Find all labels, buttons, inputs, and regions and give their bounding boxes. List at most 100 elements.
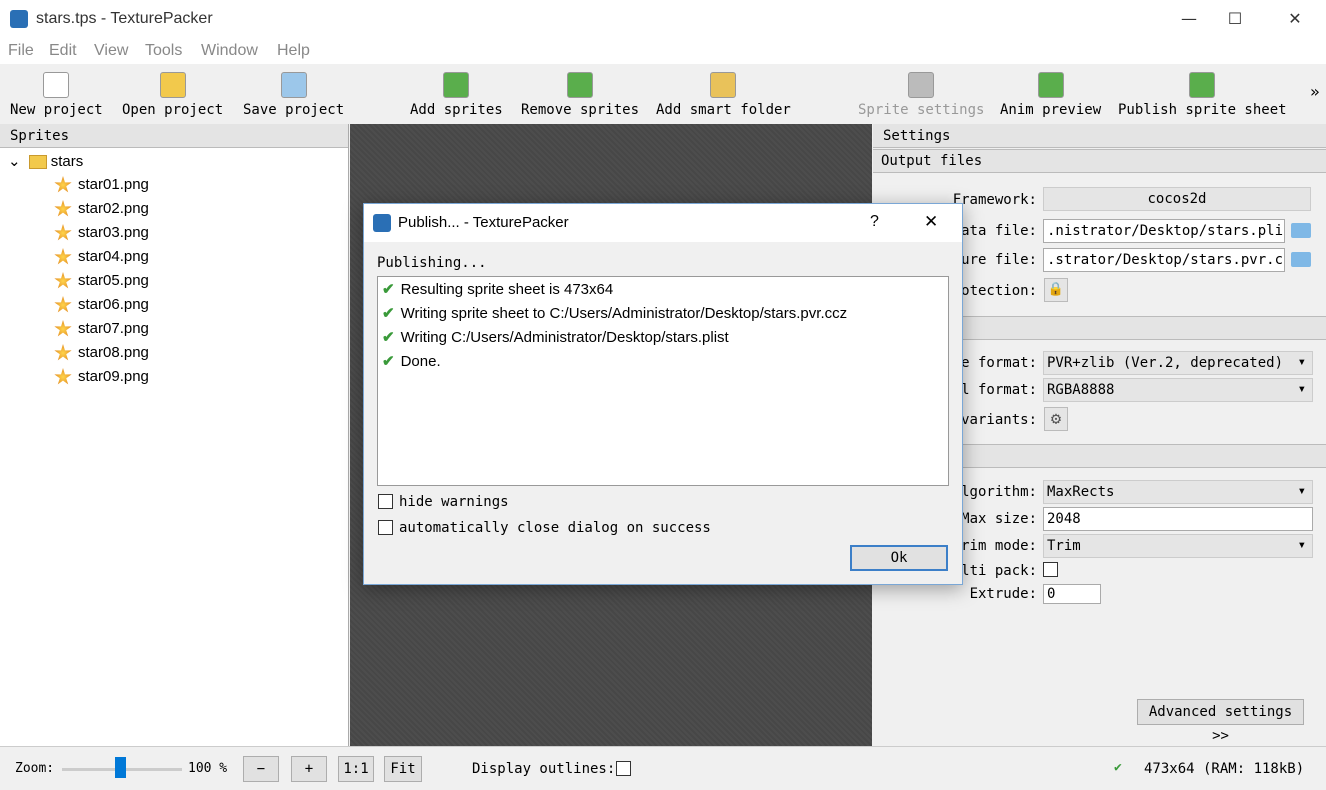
zoom-out-button[interactable]: − [243,756,279,782]
framework-value: cocos2d [1147,191,1207,207]
publish-status: Publishing... [377,255,487,271]
dialog-close-button[interactable]: ✕ [924,212,938,232]
publish-dialog: Publish... - TexturePacker ? ✕ Publishin… [363,203,963,585]
data-file-input[interactable]: .nistrator/Desktop/stars.plist [1043,219,1285,243]
hide-warnings-checkbox[interactable] [378,494,393,509]
advanced-settings-button[interactable]: Advanced settings >> [1137,699,1304,744]
minimize-button[interactable]: — [1166,4,1212,34]
zoom-fit-button[interactable]: Fit [384,756,422,782]
auto-close-label[interactable]: automatically close dialog on success [399,520,711,536]
toolbar-add-smart-folder-button[interactable]: Add smart folder [656,72,791,118]
pixel-format-select[interactable]: RGBA8888 [1043,378,1313,402]
sprite-item[interactable]: star08.png [54,344,149,362]
trim-mode-select[interactable]: Trim [1043,534,1313,558]
toolbar-label: Publish sprite sheet [1118,102,1287,118]
framework-button[interactable]: cocos2d [1043,187,1311,211]
zoom-in-button[interactable]: + [291,756,327,782]
menu-help[interactable]: Help [277,42,310,60]
toolbar-add-sprites-button[interactable]: Add sprites [410,72,503,118]
log-text: Done. [400,353,441,370]
toolbar-anim-preview-button[interactable]: Anim preview [1000,72,1101,118]
texture-format-select[interactable]: PVR+zlib (Ver.2, deprecated) [1043,351,1313,375]
check-icon: ✔ [382,305,395,322]
sprite-item[interactable]: star02.png [54,200,149,218]
extrude-spinbox[interactable]: 0 [1043,584,1101,604]
star-sprite-icon [54,176,72,193]
sprite-item[interactable]: star04.png [54,248,149,266]
zoom-slider-thumb[interactable] [115,757,126,778]
sprite-label: star01.png [78,176,149,193]
chevron-down-icon[interactable]: ⌄ [8,153,21,170]
sprites-panel: Sprites ⌄ stars star01.png star02.png star… [0,124,349,746]
star-sprite-icon [54,368,72,385]
check-icon: ✔ [382,353,395,370]
lock-icon[interactable]: 🔒 [1044,278,1068,302]
menu-view[interactable]: View [94,42,128,60]
toolbar-label: Sprite settings [858,102,985,118]
sprite-item[interactable]: star03.png [54,224,149,242]
multi-pack-checkbox[interactable] [1043,562,1058,577]
folder-icon [159,72,186,98]
ok-button[interactable]: Ok [850,545,948,571]
publish-log[interactable]: ✔ Resulting sprite sheet is 473x64 ✔ Writin… [377,276,949,486]
toolbar-new-project-button[interactable]: New project [10,72,103,118]
sprite-item[interactable]: star07.png [54,320,149,338]
auto-close-checkbox[interactable] [378,520,393,535]
folder-item[interactable]: ⌄ stars [8,152,83,170]
menu-window[interactable]: Window [201,42,258,60]
sprite-item[interactable]: star09.png [54,368,149,386]
max-size-combo[interactable]: 2048 [1043,507,1313,531]
menu-edit[interactable]: Edit [49,42,77,60]
toolbar-label: Save project [243,102,345,118]
add-sprite-icon [443,72,470,98]
toolbar-sprite-settings-button[interactable]: Sprite settings [858,72,984,118]
folder-open-icon[interactable] [1291,252,1311,267]
sprite-label: star02.png [78,200,149,217]
toolbar-open-project-button[interactable]: Open project [122,72,223,118]
star-sprite-icon [54,344,72,361]
zoom-actual-button[interactable]: 1:1 [338,756,374,782]
sprite-item[interactable]: star05.png [54,272,149,290]
log-entry: ✔ Resulting sprite sheet is 473x64 [382,280,613,298]
sprite-item[interactable]: star06.png [54,296,149,314]
algorithm-select[interactable]: MaxRects [1043,480,1313,504]
star-sprite-icon [54,272,72,289]
star-sprite-icon [54,320,72,337]
folder-open-icon[interactable] [1291,223,1311,238]
toolbar-label: New project [10,102,103,118]
menu-tools[interactable]: Tools [145,42,182,60]
log-text: Resulting sprite sheet is 473x64 [400,281,614,298]
maximize-button[interactable]: ☐ [1212,4,1258,34]
zoom-label: Zoom: [15,761,55,776]
menu-bar: File Edit View Tools Window Help [0,38,1326,64]
sheet-info: 473x64 (RAM: 118kB) [1144,761,1305,777]
star-sprite-icon [54,296,72,313]
texture-file-input[interactable]: .strator/Desktop/stars.pvr.ccz [1043,248,1285,272]
sprite-item[interactable]: star01.png [54,176,149,194]
app-icon [10,10,28,28]
menu-file[interactable]: File [8,42,34,60]
help-button[interactable]: ? [870,213,879,231]
sprite-label: star07.png [78,320,149,337]
dialog-title-bar: Publish... - TexturePacker ? ✕ [364,204,962,242]
sprite-label: star09.png [78,368,149,385]
outlines-checkbox[interactable] [616,761,631,776]
window-title: stars.tps - TexturePacker [36,10,213,27]
toolbar-more-button[interactable]: » [1310,82,1320,101]
hide-warnings-label[interactable]: hide warnings [399,494,509,510]
remove-sprite-icon [567,72,593,98]
gear-icon[interactable]: ⚙ [1044,407,1068,431]
sprite-label: star03.png [78,224,149,241]
toolbar-save-project-button[interactable]: Save project [243,72,344,118]
toolbar-label: Add smart folder [656,102,791,118]
log-entry: ✔ Writing C:/Users/Administrator/Desktop/… [382,328,729,346]
output-files-header[interactable]: Output files [873,149,1326,173]
toolbar-publish-sprite-sheet-button[interactable]: Publish sprite sheet [1118,72,1287,118]
title-bar: stars.tps - TexturePacker — ☐ ✕ [0,0,1326,38]
star-sprite-icon [54,200,72,217]
floppy-icon [280,72,307,98]
toolbar-label: Open project [122,102,224,118]
toolbar-remove-sprites-button[interactable]: Remove sprites [521,72,639,118]
new-file-icon [43,72,70,98]
close-button[interactable]: ✕ [1272,4,1318,34]
